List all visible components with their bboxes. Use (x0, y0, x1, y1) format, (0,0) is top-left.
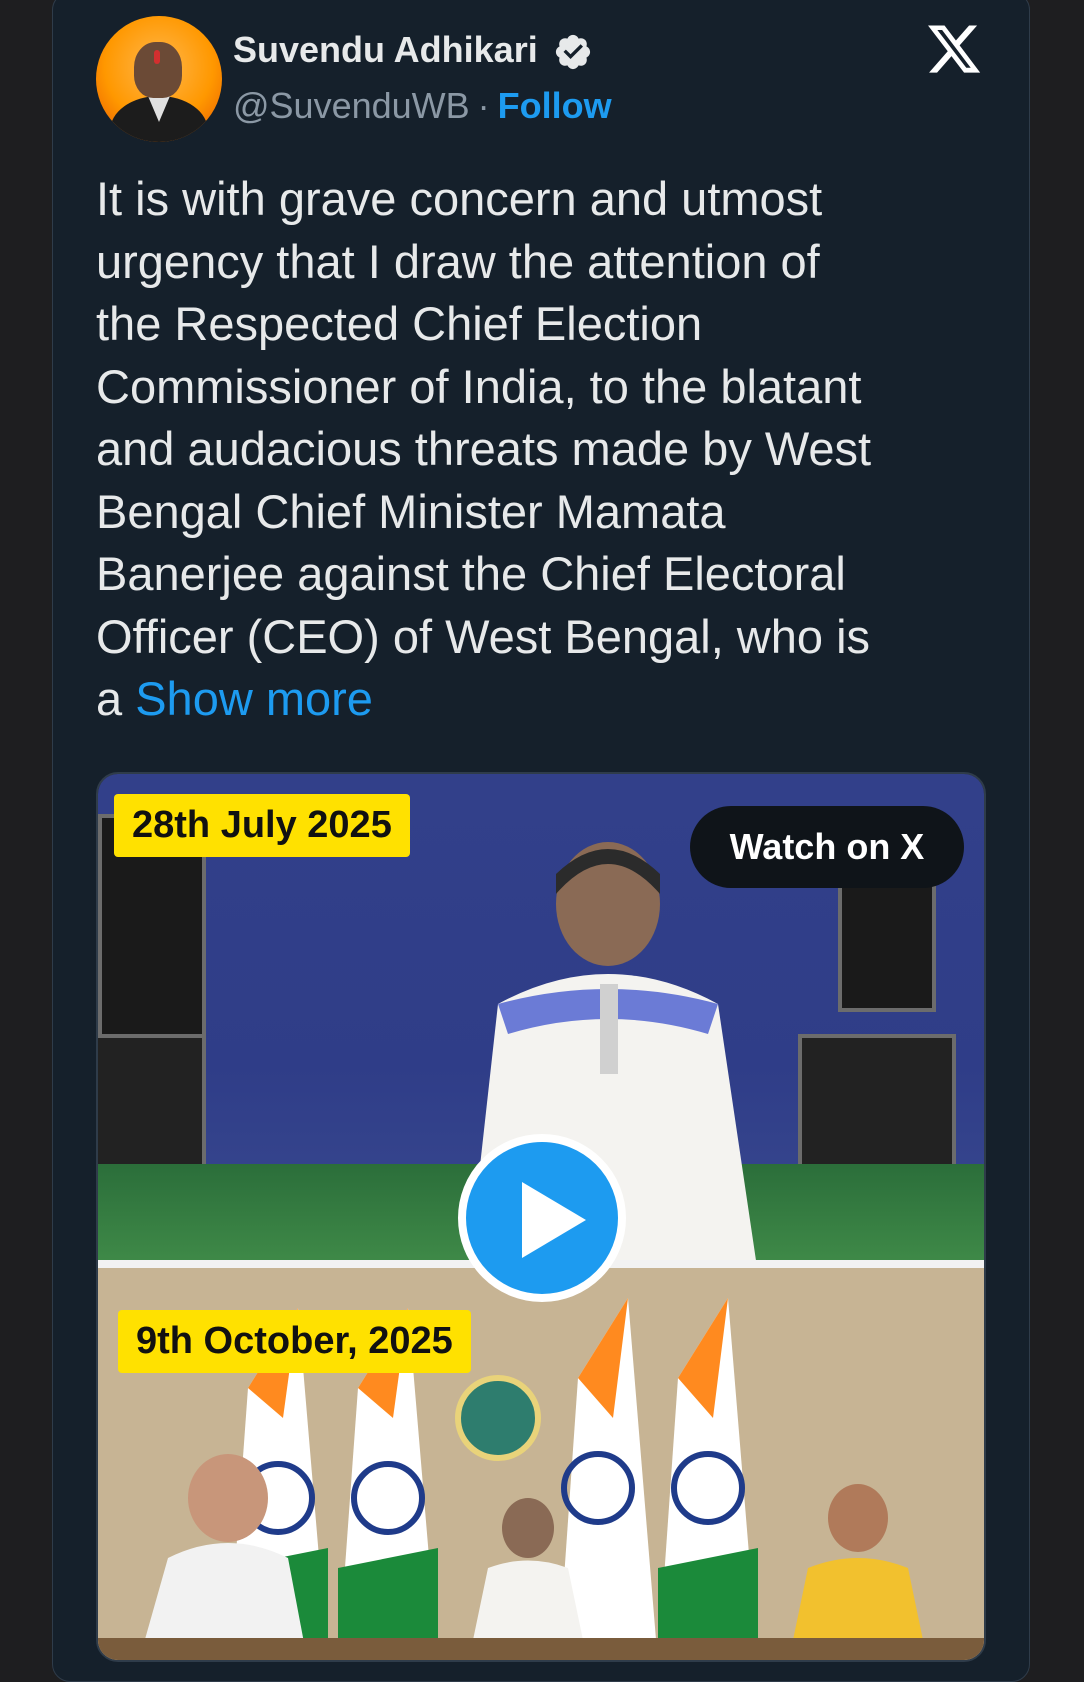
handle-row: @SuvenduWB · Follow (233, 84, 612, 128)
date-badge-top: 28th July 2025 (114, 794, 410, 857)
avatar[interactable] (96, 16, 222, 142)
author-name[interactable]: Suvendu Adhikari (233, 28, 538, 72)
x-logo-icon[interactable] (924, 20, 984, 78)
play-button[interactable] (458, 1134, 626, 1302)
watch-on-x-button[interactable]: Watch on X (690, 806, 964, 888)
tweet-body: It is with grave concern and utmost urge… (96, 172, 872, 725)
tweet-text: It is with grave concern and utmost urge… (96, 168, 966, 731)
play-icon (522, 1182, 586, 1258)
separator: · (477, 85, 490, 126)
follow-button[interactable]: Follow (498, 85, 612, 126)
verified-badge-icon (555, 34, 591, 70)
show-more-link[interactable]: Show more (135, 672, 373, 725)
author-handle[interactable]: @SuvenduWB (233, 85, 470, 126)
date-badge-bottom: 9th October, 2025 (118, 1310, 471, 1373)
